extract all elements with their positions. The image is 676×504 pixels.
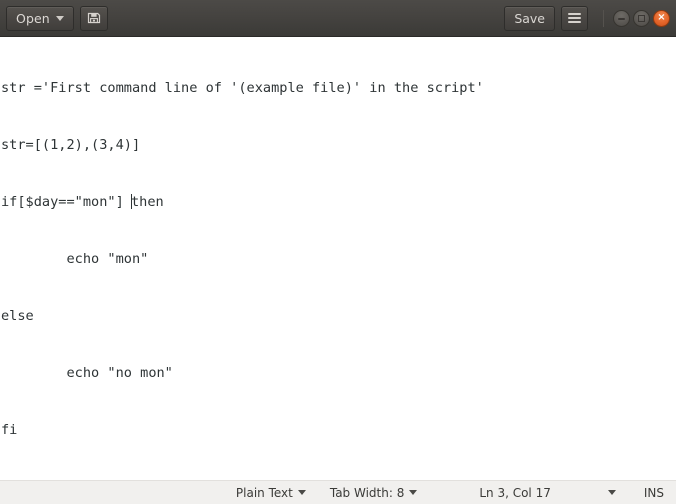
text-editor-area[interactable]: str ='First command line of '(example fi… (0, 37, 676, 480)
save-button-label: Save (514, 10, 545, 26)
tab-width-selector[interactable]: Tab Width: 8 (329, 485, 418, 500)
tab-width-label: Tab Width: 8 (329, 485, 405, 500)
code-line-prefix: if[$day=="mon"] (1, 194, 132, 210)
code-line-with-cursor: if[$day=="mon"] then (1, 193, 676, 212)
code-line: str=[(1,2),(3,4)] (1, 137, 141, 153)
cursor-position-label: Ln 3, Col 17 (479, 485, 551, 500)
chevron-down-icon (409, 490, 418, 495)
gedit-window: Open Save × str ='First command line of … (0, 0, 676, 504)
code-content[interactable]: str ='First command line of '(example fi… (1, 41, 676, 480)
menu-button[interactable] (561, 5, 588, 31)
titlebar-left-group: Open (6, 5, 108, 31)
window-controls: × (603, 9, 670, 27)
hamburger-menu-icon (568, 13, 581, 23)
titlebar[interactable]: Open Save × (0, 0, 676, 37)
cursor-position-selector[interactable]: Ln 3, Col 17 (479, 486, 616, 500)
code-line-suffix: then (130, 194, 164, 210)
open-button-label: Open (16, 10, 50, 26)
statusbar: Plain Text Tab Width: 8 Ln 3, Col 17 INS (0, 480, 676, 504)
chevron-down-icon (297, 490, 306, 495)
window-maximize-icon[interactable] (633, 9, 650, 27)
insert-mode-indicator[interactable]: INS (644, 486, 664, 500)
code-line: str ='First command line of '(example fi… (1, 80, 484, 96)
code-line: echo "mon" (1, 251, 149, 267)
language-label: Plain Text (235, 485, 293, 500)
new-document-button[interactable] (79, 5, 108, 31)
close-glyph: × (657, 12, 666, 23)
open-button[interactable]: Open (6, 5, 74, 31)
chevron-down-icon (55, 15, 64, 21)
window-close-icon[interactable]: × (653, 9, 670, 27)
titlebar-right-group: Save × (504, 5, 670, 31)
chevron-down-icon (607, 490, 616, 495)
code-line: fi (1, 422, 18, 438)
language-selector[interactable]: Plain Text (236, 486, 306, 500)
code-line: else (1, 308, 34, 324)
save-as-icon (87, 11, 101, 25)
code-line: echo "no mon" (1, 365, 173, 381)
code-line: for VARIABLE in {0..2}; then (1, 478, 676, 480)
window-minimize-icon[interactable] (613, 9, 630, 27)
insert-mode-label: INS (643, 485, 664, 500)
save-button[interactable]: Save (504, 5, 555, 31)
